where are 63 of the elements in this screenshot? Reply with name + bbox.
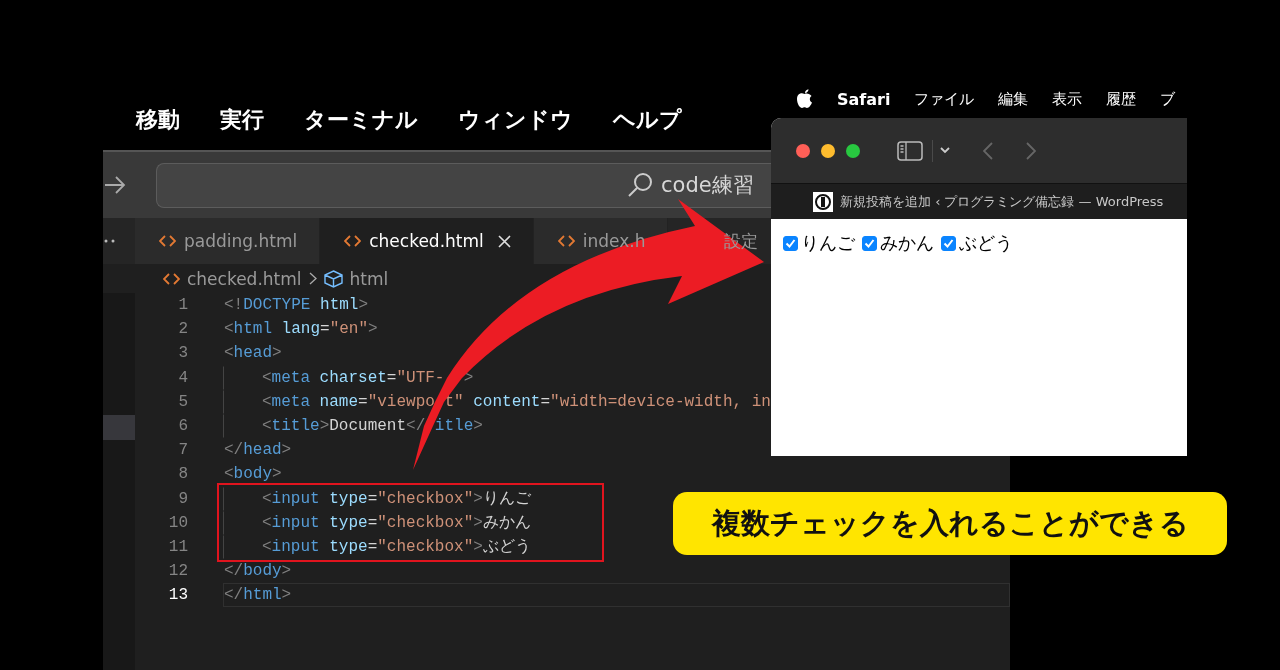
breadcrumb-item[interactable]: html: [349, 268, 389, 289]
code-line: </head>: [223, 440, 293, 462]
code-line: <html lang="en">: [223, 319, 379, 341]
code-line: <!DOCTYPE html>: [223, 295, 370, 317]
menu-item[interactable]: ブ: [1160, 89, 1176, 109]
line-number: 13: [167, 586, 188, 605]
callout-banner: 複数チェックを入れることができる: [673, 492, 1227, 555]
menu-item[interactable]: 編集: [998, 89, 1029, 109]
menu-item[interactable]: 表示: [1052, 89, 1083, 109]
line-number: 12: [167, 562, 188, 581]
checkbox[interactable]: [862, 235, 877, 251]
line-number: 5: [177, 392, 188, 411]
line-number: 7: [177, 441, 188, 460]
apple-icon[interactable]: [796, 89, 813, 109]
close-window-icon[interactable]: [796, 143, 810, 158]
close-icon[interactable]: [497, 234, 511, 248]
menu-item[interactable]: ヘルプ: [613, 105, 682, 135]
menu-item[interactable]: ウィンドウ: [458, 105, 573, 135]
cube-icon: [323, 269, 343, 288]
zoom-window-icon[interactable]: [846, 143, 860, 158]
menu-item[interactable]: 実行: [220, 105, 264, 135]
line-number: 4: [177, 368, 188, 387]
line-number: 9: [177, 489, 188, 508]
code-line: </body>: [223, 561, 293, 583]
editor-tab[interactable]: padding.html: [135, 218, 321, 264]
more-icon[interactable]: [104, 239, 116, 243]
breadcrumb-item[interactable]: checked.html: [187, 268, 302, 289]
code-file-icon: [159, 235, 176, 247]
checkbox-label: りんご: [801, 231, 855, 255]
back-icon[interactable]: [983, 141, 993, 160]
forward-arrow-icon[interactable]: [104, 174, 126, 196]
checkbox-label: ぶどう: [959, 231, 1013, 255]
chevron-icon: [308, 272, 317, 285]
checkbox-label: みかん: [880, 231, 934, 255]
menu-item[interactable]: 移動: [136, 105, 180, 135]
code-file-icon: [557, 235, 575, 247]
menu-item[interactable]: ターミナル: [304, 105, 418, 135]
search-icon: [627, 172, 653, 198]
code-line: <body>: [223, 464, 283, 486]
checkbox[interactable]: [941, 235, 956, 251]
selection-bar: [103, 415, 135, 440]
line-number: 11: [167, 537, 188, 556]
search-bar[interactable]: code練習: [156, 162, 772, 208]
forward-icon[interactable]: [1026, 141, 1036, 160]
sidebar-icon[interactable]: [897, 140, 923, 161]
line-number: 10: [167, 513, 188, 532]
editor-tab[interactable]: checked.html: [320, 218, 534, 264]
checkbox[interactable]: [783, 235, 798, 251]
favicon-icon: [813, 191, 833, 212]
line-number: 2: [177, 320, 188, 339]
menu-item[interactable]: 履歴: [1106, 89, 1137, 109]
chevron-down-icon[interactable]: [940, 147, 950, 154]
menu-item[interactable]: Safari: [837, 89, 891, 109]
minimize-window-icon[interactable]: [821, 143, 835, 158]
line-number: 6: [177, 417, 188, 436]
line-number: 3: [177, 344, 188, 363]
code-line: <head>: [223, 343, 283, 365]
browser-tab[interactable]: 新規投稿を追加 ‹ プログラミング備忘録 — WordPress: [771, 183, 1187, 219]
menu-item[interactable]: ファイル: [914, 89, 975, 109]
line-number: 8: [177, 465, 188, 484]
code-file-icon: [344, 235, 362, 247]
line-number: 1: [177, 296, 188, 315]
code-file-icon: [163, 272, 180, 285]
